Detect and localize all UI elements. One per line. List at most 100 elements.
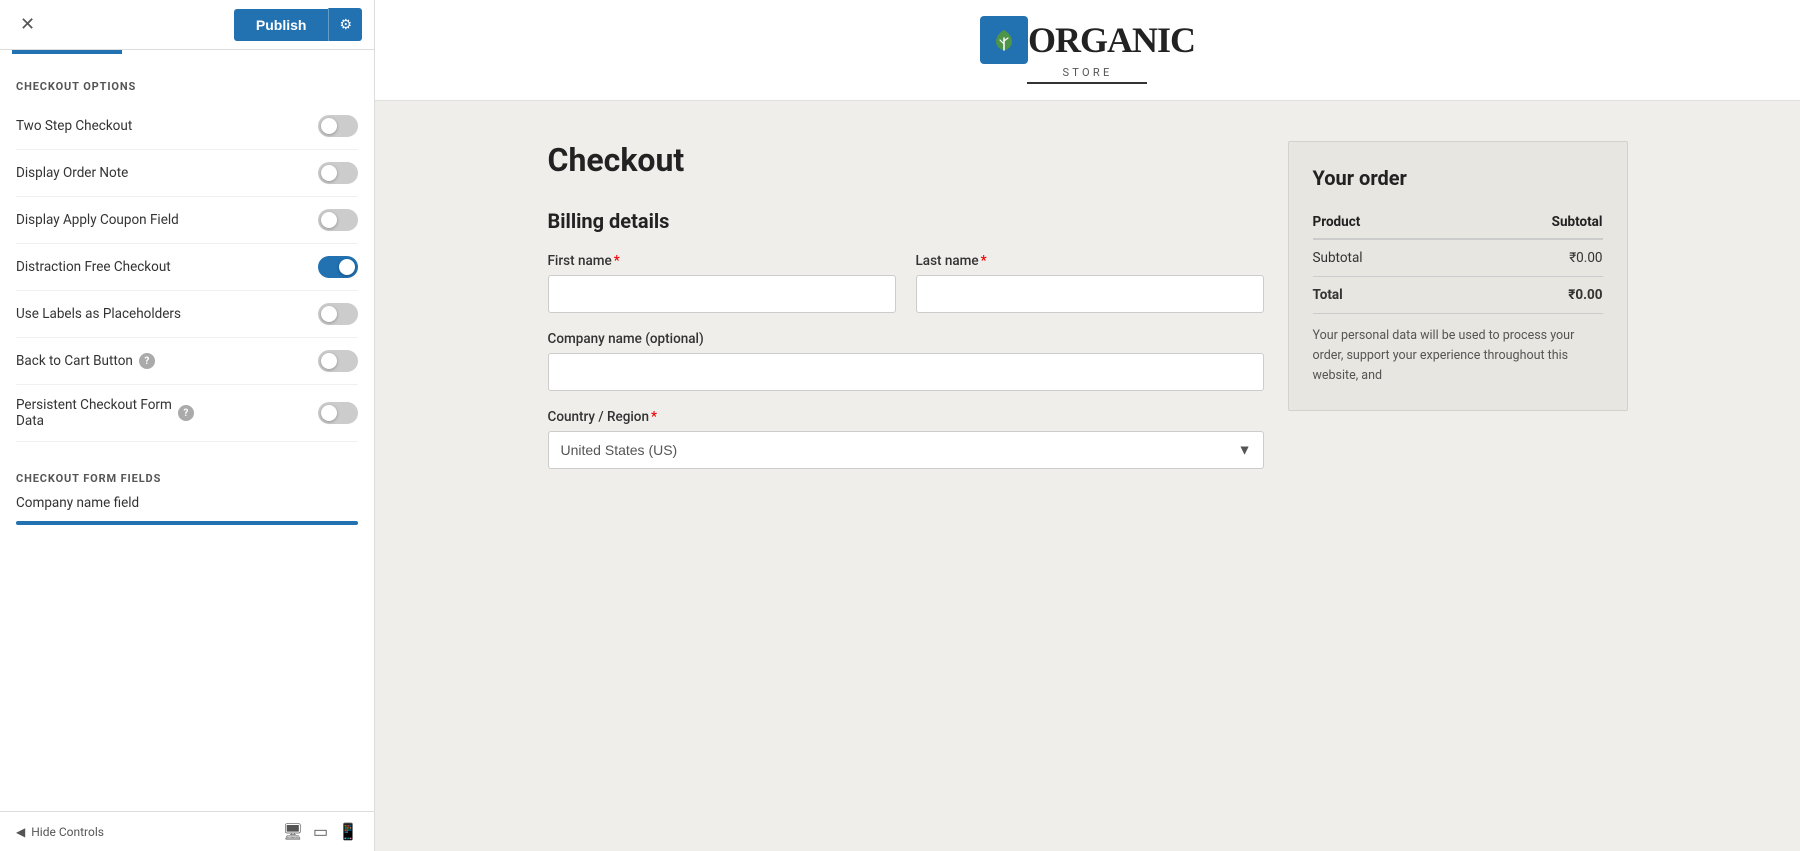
top-bar: ✕ Publish ⚙ [0, 0, 374, 50]
last-name-input[interactable] [916, 275, 1264, 313]
desktop-icon[interactable]: 🖥 [283, 822, 303, 841]
checkout-options-heading: CHECKOUT OPTIONS [0, 66, 374, 103]
company-label: Company name (optional) [548, 331, 1264, 347]
tablet-icon[interactable]: ▭ [313, 822, 328, 841]
checkout-options-list: Two Step Checkout Display Order Note Dis… [0, 103, 374, 442]
country-label: Country / Region* [548, 409, 1264, 425]
product-column-header: Product [1313, 206, 1457, 239]
use-labels-toggle[interactable] [318, 303, 358, 325]
two-step-checkout-label: Two Step Checkout [16, 118, 132, 134]
billing-title: Billing details [548, 209, 1264, 233]
option-distraction-free: Distraction Free Checkout [16, 244, 358, 291]
first-name-required: * [614, 253, 620, 269]
persistent-checkout-slider [318, 402, 358, 424]
option-two-step-checkout: Two Step Checkout [16, 103, 358, 150]
persistent-checkout-help-icon[interactable]: ? [178, 405, 194, 421]
total-label-cell: Total [1313, 277, 1457, 314]
display-apply-coupon-slider [318, 209, 358, 231]
order-table: Product Subtotal Subtotal ₹0.00 Total ₹0… [1313, 206, 1603, 314]
back-to-cart-help-icon[interactable]: ? [139, 353, 155, 369]
name-row: First name* Last name* [548, 253, 1264, 313]
option-display-apply-coupon: Display Apply Coupon Field [16, 197, 358, 244]
first-name-group: First name* [548, 253, 896, 313]
country-row: Country / Region* United States (US) ▼ [548, 409, 1264, 469]
subtotal-label-cell: Subtotal [1313, 239, 1457, 277]
last-name-label: Last name* [916, 253, 1264, 269]
close-button[interactable]: ✕ [12, 10, 43, 39]
order-summary-title: Your order [1313, 166, 1603, 190]
logo-wrapper: ORGANIC STORE [980, 16, 1195, 84]
first-name-input[interactable] [548, 275, 896, 313]
display-order-note-label: Display Order Note [16, 165, 128, 181]
logo-text: ORGANIC [1028, 22, 1195, 58]
logo-icon-box [980, 16, 1028, 64]
main-content: Checkout Billing details First name* Las… [488, 101, 1688, 527]
option-persistent-checkout: Persistent Checkout FormData ? [16, 385, 358, 442]
first-name-label-text: First name [548, 253, 612, 269]
country-group: Country / Region* United States (US) ▼ [548, 409, 1264, 469]
company-field-indicator [16, 521, 358, 525]
total-value-cell: ₹0.00 [1456, 277, 1602, 314]
hide-controls-label: Hide Controls [31, 825, 104, 839]
option-display-order-note: Display Order Note [16, 150, 358, 197]
distraction-free-label: Distraction Free Checkout [16, 259, 171, 275]
total-row: Total ₹0.00 [1313, 277, 1603, 314]
company-group: Company name (optional) [548, 331, 1264, 391]
subtotal-row: Subtotal ₹0.00 [1313, 239, 1603, 277]
back-to-cart-toggle[interactable] [318, 350, 358, 372]
display-apply-coupon-label: Display Apply Coupon Field [16, 212, 179, 228]
distraction-free-slider [318, 256, 358, 278]
country-select[interactable]: United States (US) [548, 431, 1264, 469]
subtotal-column-header: Subtotal [1456, 206, 1602, 239]
left-panel: ✕ Publish ⚙ CHECKOUT OPTIONS Two Step Ch… [0, 0, 375, 851]
option-back-to-cart: Back to Cart Button ? [16, 338, 358, 385]
logo-sub-text: STORE [980, 66, 1195, 79]
two-step-checkout-toggle[interactable] [318, 115, 358, 137]
display-apply-coupon-toggle[interactable] [318, 209, 358, 231]
country-select-wrapper: United States (US) ▼ [548, 431, 1264, 469]
country-required: * [651, 409, 657, 425]
use-labels-slider [318, 303, 358, 325]
order-table-header-row: Product Subtotal [1313, 206, 1603, 239]
last-name-group: Last name* [916, 253, 1264, 313]
last-name-required: * [981, 253, 987, 269]
last-name-label-text: Last name [916, 253, 979, 269]
display-order-note-toggle[interactable] [318, 162, 358, 184]
company-name-field-label: Company name field [16, 495, 358, 511]
order-summary: Your order Product Subtotal Subtotal ₹0.… [1288, 141, 1628, 411]
hide-controls-arrow-icon: ◀ [16, 825, 25, 839]
logo-text-group: ORGANIC [1028, 22, 1195, 58]
leaf-icon [990, 26, 1018, 54]
option-use-labels: Use Labels as Placeholders [16, 291, 358, 338]
two-step-checkout-slider [318, 115, 358, 137]
device-icons-group: 🖥 ▭ 📱 [283, 822, 358, 841]
company-input[interactable] [548, 353, 1264, 391]
subtotal-value-cell: ₹0.00 [1456, 239, 1602, 277]
mobile-icon[interactable]: 📱 [338, 822, 358, 841]
company-row: Company name (optional) [548, 331, 1264, 391]
site-header: ORGANIC STORE [375, 0, 1800, 101]
distraction-free-toggle[interactable] [318, 256, 358, 278]
back-to-cart-label: Back to Cart Button ? [16, 353, 155, 369]
logo-underline [1027, 82, 1147, 84]
publish-area: Publish ⚙ [234, 8, 362, 41]
active-indicator-bar [12, 50, 122, 54]
first-name-label: First name* [548, 253, 896, 269]
privacy-text: Your personal data will be used to proce… [1313, 326, 1603, 386]
checkout-title: Checkout [548, 141, 1264, 179]
publish-button[interactable]: Publish [234, 9, 329, 41]
bottom-toolbar: ◀ Hide Controls 🖥 ▭ 📱 [0, 811, 374, 851]
back-to-cart-slider [318, 350, 358, 372]
use-labels-label: Use Labels as Placeholders [16, 306, 181, 322]
checkout-form-section: Checkout Billing details First name* Las… [548, 141, 1264, 487]
logo-line: ORGANIC [980, 16, 1195, 64]
persistent-checkout-toggle[interactable] [318, 402, 358, 424]
hide-controls-button[interactable]: ◀ Hide Controls [16, 825, 104, 839]
display-order-note-slider [318, 162, 358, 184]
persistent-checkout-label: Persistent Checkout FormData ? [16, 397, 194, 429]
right-panel: ORGANIC STORE Checkout Billing details F… [375, 0, 1800, 851]
form-fields-section: Company name field [0, 495, 374, 525]
settings-button[interactable]: ⚙ [328, 8, 362, 41]
checkout-form-fields-heading: CHECKOUT FORM FIELDS [0, 458, 374, 495]
country-label-text: Country / Region [548, 409, 649, 425]
